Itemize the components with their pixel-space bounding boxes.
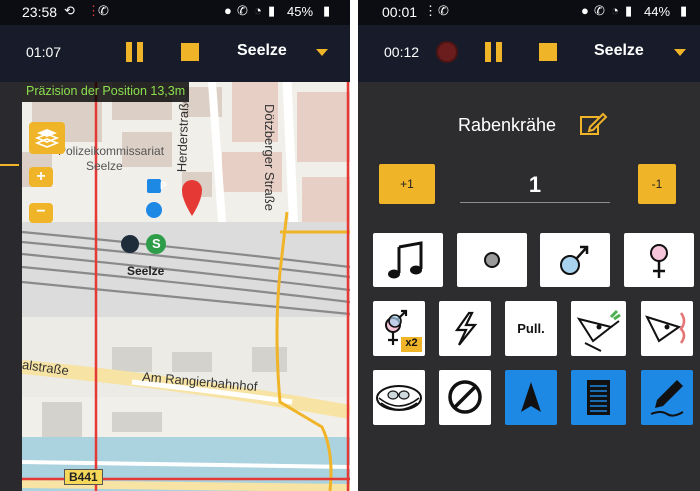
- female-button[interactable]: [624, 233, 694, 287]
- alarm-button[interactable]: [439, 301, 491, 356]
- location-pin-icon: ●: [581, 3, 589, 18]
- location-selector[interactable]: Seelze: [237, 42, 287, 60]
- song-button[interactable]: [373, 233, 443, 287]
- chevron-down-icon[interactable]: [674, 49, 686, 56]
- layers-icon: [34, 129, 60, 148]
- species-header: Rabenkrähe: [358, 105, 700, 145]
- status-time: 00:01: [382, 4, 418, 20]
- battery-icon: ▮: [680, 3, 688, 18]
- female-icon: [650, 244, 668, 278]
- right-screen: 00:01 ⋮ ✆ ● ✆ ◔ ▮ 44% ▮ 00:12 Seelze Rab…: [358, 0, 700, 491]
- decrement-button[interactable]: -1: [638, 164, 676, 204]
- wifi-icon: ◔: [254, 3, 262, 18]
- male-icon: [560, 245, 589, 275]
- sbahn-label: S: [152, 236, 161, 251]
- pause-button[interactable]: [126, 42, 144, 62]
- police-label-2: Seelze: [86, 159, 123, 173]
- map-view[interactable]: P S Präzision der Position 13,3m Polizei…: [22, 82, 350, 491]
- status-time: 23:58: [22, 4, 58, 20]
- nest-icon: [376, 385, 422, 411]
- side-panel-edge: [0, 82, 22, 491]
- phone-wifi-icon: ✆: [237, 3, 248, 18]
- count-underline: [460, 202, 610, 203]
- street-label-herderstrasse: Herderstraße: [174, 95, 192, 173]
- zoom-in-button[interactable]: +: [29, 167, 53, 187]
- dot-icon: [484, 252, 500, 268]
- location-pin-icon: ●: [224, 3, 232, 18]
- street-label-doteberger: Dötzberger Straße: [262, 104, 277, 211]
- pair-multiplier-label: x2: [405, 337, 418, 349]
- location-selector[interactable]: Seelze: [594, 42, 644, 60]
- pull-button[interactable]: Pull.: [505, 301, 557, 356]
- edit-icon[interactable]: [578, 108, 608, 138]
- battery-icon: ▮: [323, 3, 331, 18]
- elapsed-timer: 01:07: [26, 44, 62, 60]
- phone-wifi-icon: ✆: [594, 3, 605, 18]
- male-button[interactable]: [540, 233, 610, 287]
- bird-carrying-food-icon: [576, 309, 621, 352]
- music-note-icon: [388, 241, 423, 279]
- signal-icon: ▮: [268, 3, 276, 18]
- elapsed-timer: 00:12: [384, 44, 420, 60]
- phone-wifi-icon: ✆: [98, 3, 109, 18]
- stop-button[interactable]: [539, 43, 557, 61]
- layers-button[interactable]: [29, 122, 65, 154]
- police-label: Polizeikommissariat: [58, 144, 165, 158]
- phone-wifi-icon: ✆: [438, 3, 449, 18]
- battery-text: 45%: [287, 4, 314, 19]
- list-button[interactable]: [571, 370, 626, 425]
- notification-dot-icon: ⋮: [424, 3, 437, 18]
- edit-pen-icon: [650, 380, 684, 417]
- navigation-arrow-icon: [521, 382, 541, 412]
- forbidden-icon: [448, 380, 482, 414]
- observation-button[interactable]: [457, 233, 527, 287]
- pull-label: Pull.: [517, 321, 545, 336]
- count-value[interactable]: 1: [460, 172, 610, 198]
- increment-button[interactable]: +1: [379, 164, 435, 204]
- list-icon: [587, 380, 610, 415]
- recording-toolbar: 00:12 Seelze: [358, 25, 700, 82]
- parking-label: P: [160, 181, 167, 192]
- station-label: Seelze: [127, 264, 165, 278]
- navigation-button[interactable]: [505, 370, 557, 425]
- battery-text: 44%: [644, 4, 671, 19]
- road-label-b441: B441: [64, 469, 103, 485]
- not-present-button[interactable]: [439, 370, 491, 425]
- nest-button[interactable]: [373, 370, 425, 425]
- record-indicator-icon: [436, 41, 458, 63]
- precision-banner: Präzision der Position 13,3m: [22, 82, 190, 102]
- lightning-icon: [454, 311, 478, 346]
- side-panel-indicator: [0, 164, 19, 166]
- pause-button[interactable]: [485, 42, 503, 62]
- wifi-icon: ◔: [611, 3, 619, 18]
- edit-note-button[interactable]: [641, 370, 693, 425]
- recording-toolbar: 01:07 Seelze: [0, 25, 350, 82]
- bird-food-button[interactable]: [571, 301, 626, 356]
- pair-button[interactable]: x2: [373, 301, 425, 356]
- left-screen: 23:58 ⟲ ⋮ ✆ ● ✆ ◔ ▮ 45% ▮ 01:07 Seelze P…: [0, 0, 350, 491]
- bird-warning-icon: [645, 312, 686, 344]
- species-name: Rabenkrähe: [458, 115, 557, 135]
- status-bar: 23:58 ⟲ ⋮ ✆ ● ✆ ◔ ▮ 45% ▮: [0, 0, 350, 25]
- status-bar: 00:01 ⋮ ✆ ● ✆ ◔ ▮ 44% ▮: [358, 0, 700, 25]
- signal-icon: ▮: [625, 3, 633, 18]
- chevron-down-icon[interactable]: [316, 49, 328, 56]
- zoom-out-button[interactable]: −: [29, 203, 53, 223]
- bird-warning-button[interactable]: [641, 301, 693, 356]
- stop-button[interactable]: [181, 43, 199, 61]
- sync-icon: ⟲: [64, 3, 75, 18]
